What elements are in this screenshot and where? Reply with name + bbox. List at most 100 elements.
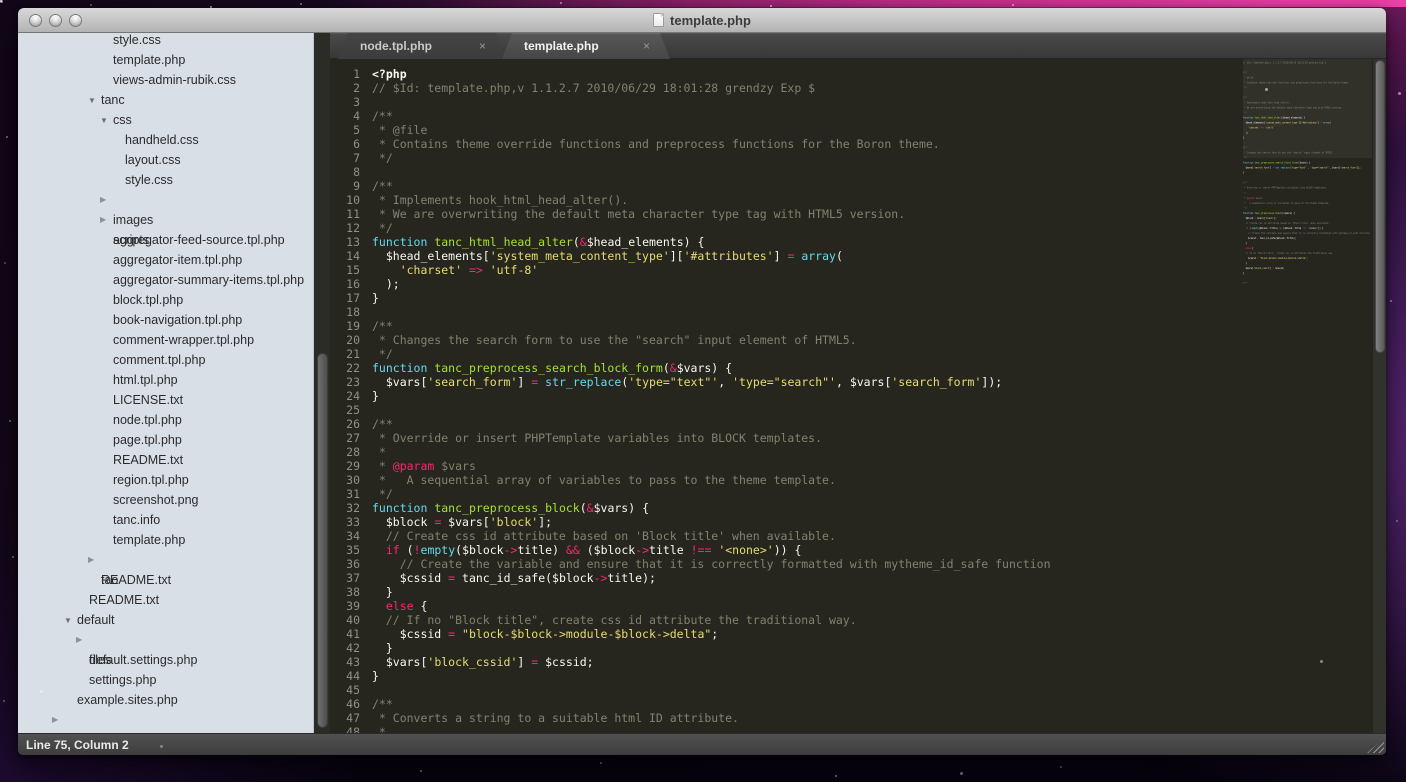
sidebar-item-example.sites.php[interactable]: example.sites.php bbox=[18, 690, 313, 710]
code-lines: 1<?php2// $Id: template.php,v 1.1.2.7 20… bbox=[330, 67, 1372, 733]
collapse-arrow-icon[interactable]: ▼ bbox=[100, 111, 113, 131]
editor-scrollbar[interactable] bbox=[1372, 59, 1386, 733]
line-number: 6 bbox=[330, 137, 360, 151]
minimap[interactable]: <?php// $Id: template.php,v 1.1.2.7 2010… bbox=[1243, 59, 1372, 287]
tab-close-icon[interactable]: × bbox=[479, 39, 486, 53]
file-label: layout.css bbox=[125, 153, 181, 167]
sidebar-item-style.css[interactable]: style.css bbox=[18, 170, 313, 190]
sidebar-item-tao[interactable]: ▶tao bbox=[18, 550, 313, 570]
tab-template.php[interactable]: template.php× bbox=[502, 33, 670, 59]
code-line: 6 * Contains theme override functions an… bbox=[330, 137, 1372, 151]
line-number: 39 bbox=[330, 599, 360, 613]
file-label: comment.tpl.php bbox=[113, 353, 205, 367]
code-line: 9/** bbox=[330, 179, 1372, 193]
code-line: 48 * bbox=[330, 725, 1372, 733]
titlebar[interactable]: template.php bbox=[18, 8, 1386, 33]
code-line: 26/** bbox=[330, 417, 1372, 431]
file-label: style.css bbox=[113, 33, 161, 47]
expand-arrow-icon[interactable]: ▶ bbox=[88, 550, 101, 570]
sidebar-item-aggregator-feed-source.tpl.php[interactable]: aggregator-feed-source.tpl.php bbox=[18, 230, 313, 250]
file-label: default.settings.php bbox=[89, 653, 197, 667]
window-title: template.php bbox=[653, 13, 751, 28]
sidebar-item-tanc[interactable]: ▼tanc bbox=[18, 90, 313, 110]
sidebar-item-region.tpl.php[interactable]: region.tpl.php bbox=[18, 470, 313, 490]
code-line: 46/** bbox=[330, 697, 1372, 711]
line-number: 4 bbox=[330, 109, 360, 123]
file-label: aggregator-summary-items.tpl.php bbox=[113, 273, 304, 287]
sidebar-item-template.php[interactable]: template.php bbox=[18, 530, 313, 550]
sidebar-item-comment.tpl.php[interactable]: comment.tpl.php bbox=[18, 350, 313, 370]
sidebar-item-default.settings.php[interactable]: default.settings.php bbox=[18, 650, 313, 670]
line-number: 16 bbox=[330, 277, 360, 291]
sidebar-item-README.txt[interactable]: README.txt bbox=[18, 450, 313, 470]
sidebar-item-book-navigation.tpl.php[interactable]: book-navigation.tpl.php bbox=[18, 310, 313, 330]
editor-column: node.tpl.php×template.php× 1<?php2// $Id… bbox=[330, 33, 1386, 733]
code-line: 37 $cssid = tanc_id_safe($block->title); bbox=[330, 571, 1372, 585]
code-line: 20 * Changes the search form to use the … bbox=[330, 333, 1372, 347]
sidebar-item-files[interactable]: ▶files bbox=[18, 630, 313, 650]
sidebar-item-layout.css[interactable]: layout.css bbox=[18, 150, 313, 170]
sidebar-item-scripts[interactable]: ▶scripts bbox=[18, 210, 313, 230]
code-line: 35 if (!empty($block->title) && ($block-… bbox=[330, 543, 1372, 557]
editor-scrollbar-thumb[interactable] bbox=[1375, 60, 1385, 353]
sidebar-item-aggregator-summary-items.tpl.php[interactable]: aggregator-summary-items.tpl.php bbox=[18, 270, 313, 290]
sidebar-item-themes[interactable]: ▶themes bbox=[18, 710, 313, 730]
line-number: 26 bbox=[330, 417, 360, 431]
minimize-window-button[interactable] bbox=[49, 14, 62, 27]
sidebar-item-README.txt[interactable]: README.txt bbox=[18, 570, 313, 590]
sidebar-item-block.tpl.php[interactable]: block.tpl.php bbox=[18, 290, 313, 310]
line-number: 19 bbox=[330, 319, 360, 333]
close-window-button[interactable] bbox=[29, 14, 42, 27]
code-line: 29 * @param $vars bbox=[330, 459, 1372, 473]
sidebar-item-aggregator-item.tpl.php[interactable]: aggregator-item.tpl.php bbox=[18, 250, 313, 270]
code-line: 11 * We are overwriting the default meta… bbox=[330, 207, 1372, 221]
main-area: style.csstemplate.phpviews-admin-rubik.c… bbox=[18, 33, 1386, 733]
line-number: 25 bbox=[330, 403, 360, 417]
file-label: README.txt bbox=[89, 593, 159, 607]
sidebar-item-css[interactable]: ▼css bbox=[18, 110, 313, 130]
expand-arrow-icon[interactable]: ▶ bbox=[52, 710, 65, 730]
sidebar-item-settings.php[interactable]: settings.php bbox=[18, 670, 313, 690]
sidebar-item-template.php[interactable]: template.php bbox=[18, 50, 313, 70]
line-number: 8 bbox=[330, 165, 360, 179]
tab-bar: node.tpl.php×template.php× bbox=[330, 33, 1386, 59]
cursor-position-label: Line 75, Column 2 bbox=[26, 738, 129, 752]
collapse-arrow-icon[interactable]: ▼ bbox=[64, 611, 77, 631]
expand-arrow-icon[interactable]: ▶ bbox=[100, 190, 113, 210]
line-number: 32 bbox=[330, 501, 360, 515]
line-number: 7 bbox=[330, 151, 360, 165]
collapse-arrow-icon[interactable]: ▼ bbox=[88, 91, 101, 111]
sidebar-item-page.tpl.php[interactable]: page.tpl.php bbox=[18, 430, 313, 450]
sidebar-item-comment-wrapper.tpl.php[interactable]: comment-wrapper.tpl.php bbox=[18, 330, 313, 350]
code-editor[interactable]: 1<?php2// $Id: template.php,v 1.1.2.7 20… bbox=[330, 59, 1372, 733]
sidebar-item-LICENSE.txt[interactable]: LICENSE.txt bbox=[18, 390, 313, 410]
expand-arrow-icon[interactable]: ▶ bbox=[76, 630, 89, 650]
zoom-window-button[interactable] bbox=[69, 14, 82, 27]
tab-node.tpl.php[interactable]: node.tpl.php× bbox=[338, 33, 506, 59]
file-label: node.tpl.php bbox=[113, 413, 182, 427]
expand-arrow-icon[interactable]: ▶ bbox=[100, 210, 113, 230]
sidebar-item-node.tpl.php[interactable]: node.tpl.php bbox=[18, 410, 313, 430]
sidebar-scrollbar[interactable] bbox=[313, 33, 330, 733]
tab-close-icon[interactable]: × bbox=[643, 39, 650, 53]
sidebar-item-README.txt[interactable]: README.txt bbox=[18, 590, 313, 610]
sidebar[interactable]: style.csstemplate.phpviews-admin-rubik.c… bbox=[18, 33, 313, 733]
code-line: 5 * @file bbox=[330, 123, 1372, 137]
sidebar-item-handheld.css[interactable]: handheld.css bbox=[18, 130, 313, 150]
sidebar-item-default[interactable]: ▼default bbox=[18, 610, 313, 630]
code-line: 13function tanc_html_head_alter(&$head_e… bbox=[330, 235, 1372, 249]
sidebar-item-tanc.info[interactable]: tanc.info bbox=[18, 510, 313, 530]
code-line: 32function tanc_preprocess_block(&$vars)… bbox=[330, 501, 1372, 515]
sidebar-item-style.css[interactable]: style.css bbox=[18, 33, 313, 50]
line-number: 40 bbox=[330, 613, 360, 627]
file-label: screenshot.png bbox=[113, 493, 198, 507]
sidebar-item-html.tpl.php[interactable]: html.tpl.php bbox=[18, 370, 313, 390]
sidebar-item-images[interactable]: ▶images bbox=[18, 190, 313, 210]
resize-grip-icon[interactable] bbox=[1367, 738, 1384, 753]
code-line: 24} bbox=[330, 389, 1372, 403]
sidebar-scrollbar-thumb[interactable] bbox=[317, 353, 328, 728]
line-number: 30 bbox=[330, 473, 360, 487]
sidebar-item-views-admin-rubik.css[interactable]: views-admin-rubik.css bbox=[18, 70, 313, 90]
line-number: 37 bbox=[330, 571, 360, 585]
sidebar-item-screenshot.png[interactable]: screenshot.png bbox=[18, 490, 313, 510]
